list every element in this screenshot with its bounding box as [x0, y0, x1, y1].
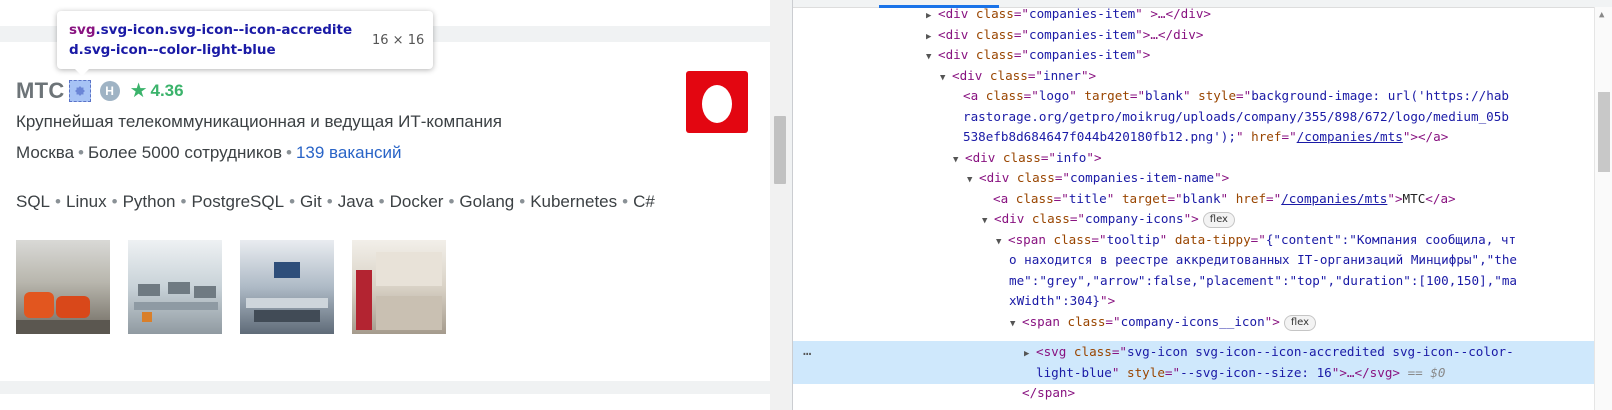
skill-tag: SQL — [16, 192, 51, 211]
company-logo[interactable] — [686, 71, 748, 133]
company-rating[interactable]: 4.36 — [151, 81, 184, 101]
skill-tag: Docker — [389, 192, 444, 211]
dom-node[interactable]: <a class="title" target="blank" href="/c… — [993, 189, 1456, 210]
flex-badge[interactable]: flex — [1283, 314, 1317, 331]
collapse-triangle-icon[interactable]: ▼ — [926, 47, 938, 68]
dom-node[interactable]: <a class="logo" target="blank" style="ba… — [963, 86, 1509, 107]
separator-dot: • — [286, 143, 292, 162]
dom-node-close[interactable]: </span> — [1022, 383, 1075, 404]
collapse-triangle-icon[interactable]: ▼ — [996, 232, 1008, 253]
dom-node[interactable]: ▼ <div class="companies-item-name"> — [967, 168, 1229, 189]
page-scrollbar[interactable] — [770, 0, 790, 410]
office-photo[interactable] — [240, 240, 334, 334]
devtools-scrollbar-thumb[interactable] — [1598, 92, 1610, 172]
expand-triangle-icon[interactable]: ▶ — [1024, 344, 1036, 365]
href-link[interactable]: /companies/mts — [1281, 191, 1387, 206]
dom-node[interactable]: ▼ <span class="company-icons__icon"> flex — [1010, 312, 1317, 335]
separator-dot: • — [448, 192, 455, 211]
collapse-triangle-icon[interactable]: ▼ — [953, 150, 965, 171]
dom-node[interactable]: ▼ <div class="company-icons"> flex — [982, 209, 1235, 230]
skill-tag: PostgreSQL — [191, 192, 285, 211]
dom-node[interactable]: ▼ <div class="info"> — [953, 148, 1102, 169]
tooltip-classes-line1: .svg-icon.svg-icon--icon-accredite — [95, 22, 353, 38]
collapse-triangle-icon[interactable]: ▼ — [982, 211, 994, 232]
selected-dom-node-wrap: light-blue" style="--svg-icon--size: 16"… — [1036, 364, 1446, 380]
separator-dot: • — [55, 192, 61, 211]
collapse-triangle-icon[interactable]: ▼ — [940, 68, 952, 89]
expand-triangle-icon[interactable]: ▶ — [926, 6, 938, 27]
inspect-tooltip: svg.svg-icon.svg-icon--icon-accredite d.s… — [57, 11, 433, 76]
vacancies-link[interactable]: 139 вакансий — [296, 143, 402, 162]
expand-triangle-icon[interactable]: ▶ — [926, 27, 938, 48]
tooltip-selector: svg.svg-icon.svg-icon--icon-accredite d.s… — [69, 20, 359, 60]
tooltip-tag: svg — [69, 22, 96, 38]
scroll-up-arrow-icon[interactable]: ▲ — [1599, 10, 1604, 20]
separator-dot: • — [111, 192, 118, 211]
dom-node-wrap: xWidth":304}"> — [1009, 293, 1116, 308]
company-city: Москва — [16, 143, 75, 162]
collapse-triangle-icon[interactable]: ▼ — [967, 170, 979, 191]
separator-dot: • — [289, 192, 296, 211]
dom-node[interactable]: ▼ <div class="inner"> — [940, 66, 1096, 87]
tooltip-dimensions: 16 × 16 — [372, 33, 425, 48]
skill-tag: Git — [300, 192, 322, 211]
separator-dot: • — [78, 143, 84, 162]
dom-node[interactable]: ▼ <span class="tooltip" data-tippy="{"con… — [996, 230, 1516, 251]
skill-tag: Java — [337, 192, 374, 211]
skill-tag: C# — [633, 192, 655, 211]
href-link[interactable]: /companies/mts — [1297, 129, 1403, 144]
devtools-scrollbar[interactable]: ▲ — [1594, 7, 1612, 410]
separator-dot: • — [378, 192, 385, 211]
dom-node[interactable]: ▶ <div class="companies-item">…</div> — [926, 25, 1203, 46]
dom-node-wrap: 538efb8d684647f044b420180fb12.png');" hr… — [963, 129, 1449, 144]
dom-node-wrap: me":"grey","arrow":false,"placement":"to… — [1009, 272, 1517, 288]
collapse-triangle-icon[interactable]: ▼ — [1010, 314, 1022, 335]
office-photo[interactable] — [352, 240, 446, 334]
web-page: МТС H ★ 4.36 Крупнейшая телекоммуникацио… — [0, 0, 792, 410]
office-photo[interactable] — [16, 240, 110, 334]
habr-rating-badge-icon[interactable]: H — [99, 81, 120, 101]
node-actions-dots[interactable]: … — [803, 343, 812, 359]
company-name-link[interactable]: МТС — [16, 78, 65, 104]
devtools-elements-panel: … ▶ <div class="companies-item" >…</div> … — [792, 0, 1612, 410]
console-ref: == $0 — [1407, 364, 1446, 380]
skills-list: SQL • Linux • Python • PostgreSQL • Git • Java • Doc… — [16, 192, 655, 212]
star-icon: ★ — [129, 80, 148, 102]
tooltip-classes-line2: d.svg-icon--color-light-blue — [69, 42, 276, 58]
dom-node-wrap: rastorage.org/getpro/moikrug/uploads/com… — [963, 108, 1509, 124]
company-name-row: МТС H ★ 4.36 — [16, 76, 184, 106]
skill-tag: Kubernetes — [530, 192, 618, 211]
separator-dot: • — [326, 192, 333, 211]
office-photo[interactable] — [128, 240, 222, 334]
scrollbar-thumb[interactable] — [774, 116, 786, 184]
company-meta: Москва • Более 5000 сотрудников • 139 ваканс… — [16, 143, 402, 163]
selected-dom-node[interactable]: ▶ <svg class="svg-icon svg-icon--icon-acc… — [1024, 342, 1514, 363]
dom-node-wrap: о находится в реестре аккредитованных IT… — [1009, 252, 1517, 267]
accredited-icon[interactable] — [68, 80, 91, 102]
separator-dot: • — [180, 192, 187, 211]
skill-tag: Python — [122, 192, 176, 211]
company-employees: Более 5000 сотрудников — [88, 143, 283, 162]
skill-tag: Linux — [65, 192, 107, 211]
office-photos — [16, 240, 446, 334]
separator-dot: • — [622, 192, 629, 211]
dom-node[interactable]: ▶ <div class="companies-item" >…</div> — [926, 4, 1211, 25]
flex-badge[interactable]: flex — [1202, 212, 1235, 228]
separator-dot: • — [519, 192, 526, 211]
skill-tag: Golang — [459, 192, 515, 211]
dom-node[interactable]: ▼ <div class="companies-item"> — [926, 45, 1150, 66]
company-description: Крупнейшая телекоммуникационная и ведуща… — [16, 112, 502, 131]
next-company-card — [0, 394, 770, 410]
